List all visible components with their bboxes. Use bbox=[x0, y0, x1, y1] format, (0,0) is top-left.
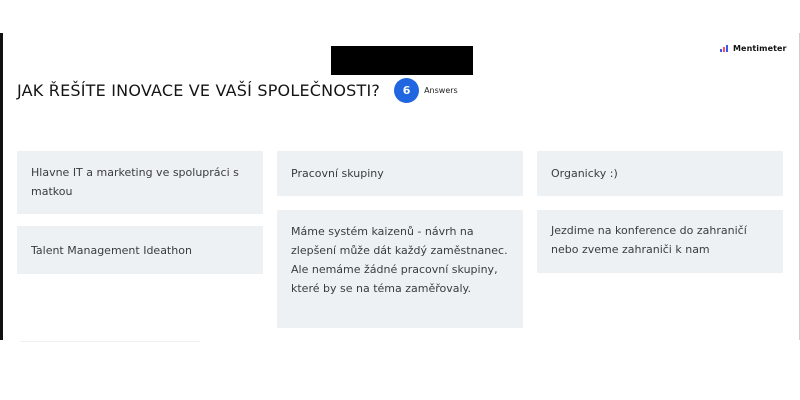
left-border bbox=[0, 33, 3, 340]
brand-mark: Mentimeter bbox=[720, 44, 787, 53]
redacted-area bbox=[331, 46, 473, 75]
answer-card: Talent Management Ideathon bbox=[17, 226, 263, 274]
answer-text: Jezdime na konference do zahraničí nebo … bbox=[551, 224, 747, 256]
answer-card: Hlavne IT a marketing ve spolupráci s ma… bbox=[17, 151, 263, 214]
answer-card: Organicky :) bbox=[537, 151, 783, 196]
presentation-slide: Mentimeter JAK ŘEŠÍTE INOVACE VE VAŠÍ SP… bbox=[0, 0, 800, 400]
answer-card: Jezdime na konference do zahraničí nebo … bbox=[537, 210, 783, 273]
divider bbox=[20, 341, 200, 342]
answer-text: Máme systém kaizenů - návrh na zlepšení … bbox=[291, 225, 508, 295]
answer-text: Pracovní skupiny bbox=[291, 167, 384, 180]
question-header: JAK ŘEŠÍTE INOVACE VE VAŠÍ SPOLEČNOSTI? … bbox=[17, 78, 458, 103]
question-title: JAK ŘEŠÍTE INOVACE VE VAŠÍ SPOLEČNOSTI? bbox=[17, 81, 381, 100]
answer-text: Talent Management Ideathon bbox=[31, 243, 192, 257]
answers-label: Answers bbox=[424, 86, 458, 95]
answer-text: Hlavne IT a marketing ve spolupráci s ma… bbox=[31, 166, 239, 198]
mentimeter-logo-icon bbox=[720, 45, 729, 52]
brand-name: Mentimeter bbox=[733, 44, 787, 53]
answer-text: Organicky :) bbox=[551, 167, 618, 180]
answer-card: Máme systém kaizenů - návrh na zlepšení … bbox=[277, 210, 523, 328]
answer-card: Pracovní skupiny bbox=[277, 151, 523, 196]
answer-count-badge: 6 bbox=[394, 78, 420, 103]
